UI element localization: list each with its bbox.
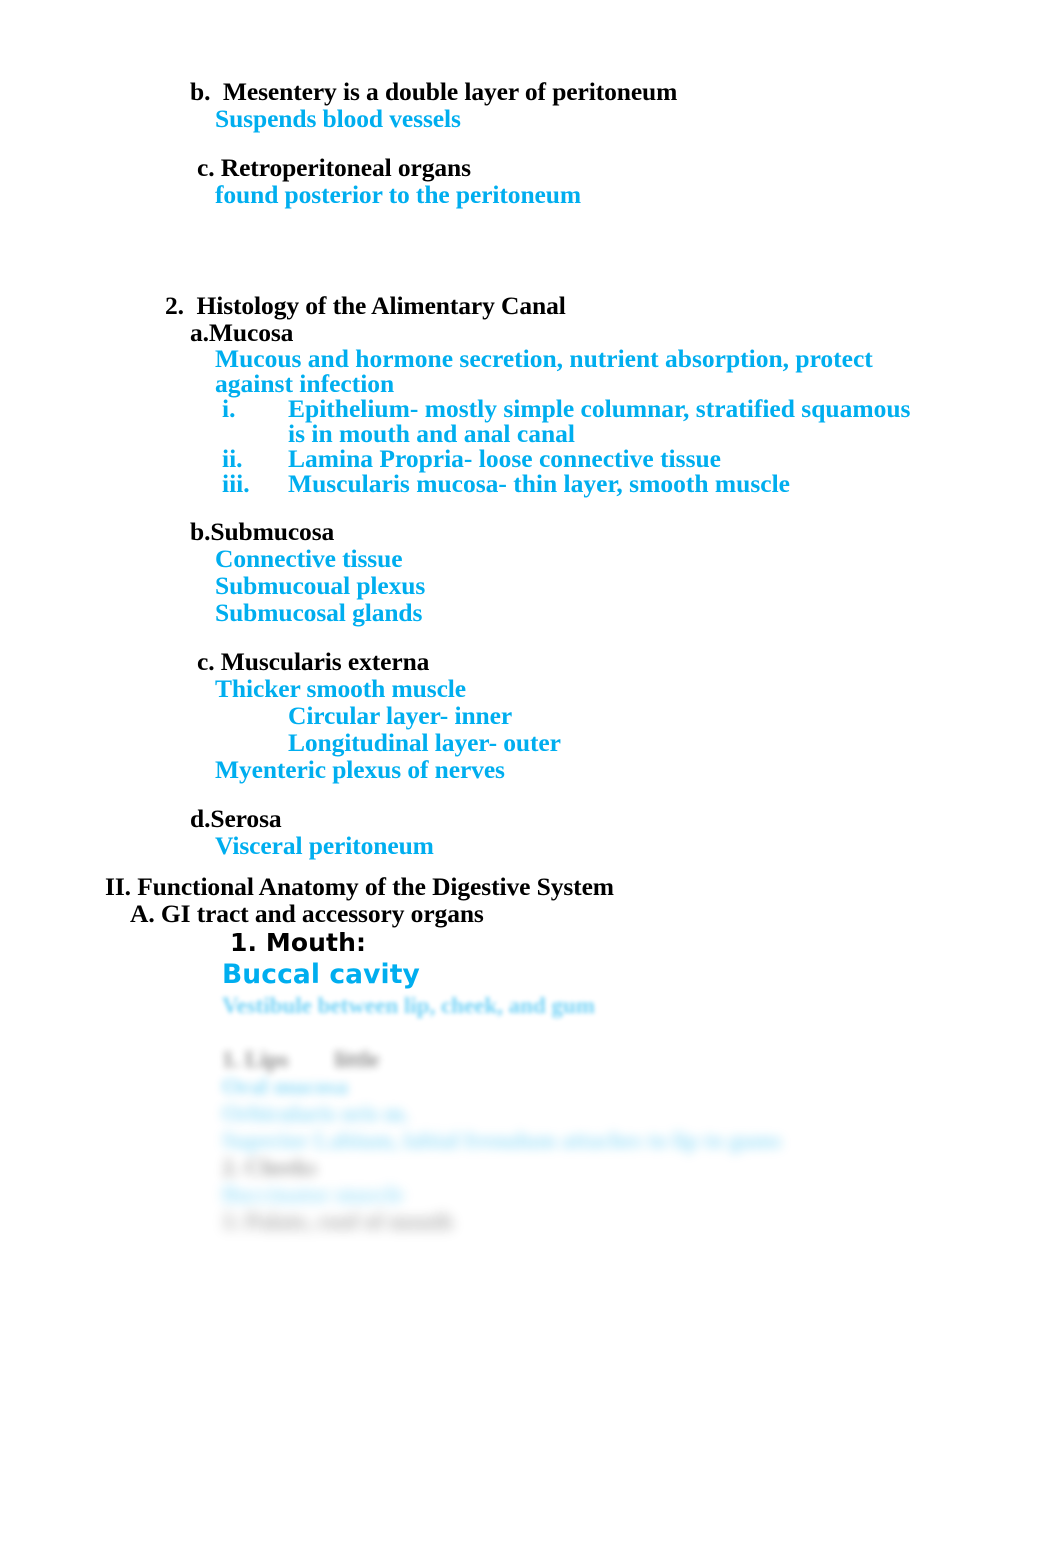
faded-line-9: 3. Palate, roof of mouth <box>222 1209 453 1234</box>
outline-item-2b-detail-1: Connective tissue <box>215 544 403 573</box>
outline-item-b-detail: Suspends blood vessels <box>215 104 461 133</box>
outline-item-2c-sub-2: Longitudinal layer- outer <box>288 728 561 757</box>
roman-marker: i. <box>222 394 236 423</box>
outline-item-2-heading: 2. Histology of the Alimentary Canal <box>165 291 566 320</box>
faded-line-6: Superior Labium, labial frenulum attache… <box>222 1128 782 1153</box>
faded-line-7: 2. Cheeks <box>222 1155 317 1180</box>
outline-item-2b-heading: b.Submucosa <box>190 517 335 546</box>
document-body: b. Mesentery is a double layer of perito… <box>0 78 1062 1235</box>
outline-item-2c-heading: c. Muscularis externa <box>197 647 430 676</box>
outline-item-2a-sub-iii: iii. Muscularis mucosa- thin layer, smoo… <box>0 469 1062 498</box>
outline-item-b-heading: b. Mesentery is a double layer of perito… <box>190 77 678 106</box>
faded-line-3: 1. Lips little <box>222 1047 380 1072</box>
faded-line-4: Oral mucosa <box>222 1074 348 1099</box>
faded-line-2 <box>0 1019 1062 1046</box>
faded-tail-region: Vestibule between lip, cheek, and gum 1.… <box>0 992 1062 1235</box>
outline-item-2d-heading: d.Serosa <box>190 804 282 833</box>
faded-line-5: Orbicularis oris m. <box>222 1101 410 1126</box>
outline-item-2c-detail-1: Thicker smooth muscle <box>215 674 467 703</box>
section-II-A-item-1-heading: 1. Mouth: <box>230 928 367 957</box>
outline-item-c-detail: found posterior to the peritoneum <box>215 180 581 209</box>
faded-line-8: Buccinator muscle <box>222 1182 404 1207</box>
outline-item-2a-sub-i: i. Epithelium- mostly simple columnar, s… <box>0 394 1062 448</box>
roman-marker: iii. <box>222 469 250 498</box>
section-II-A-item-1-detail: Buccal cavity <box>222 959 420 990</box>
outline-item-2a-detail: Mucous and hormone secretion, nutrient a… <box>215 344 873 398</box>
outline-item-2b-detail-2: Submucoual plexus <box>215 571 426 600</box>
roman-text: Epithelium- mostly simple columnar, stra… <box>288 394 911 448</box>
document-page: b. Mesentery is a double layer of perito… <box>0 0 1062 1556</box>
roman-marker: ii. <box>222 444 243 473</box>
outline-item-2c-detail-2: Myenteric plexus of nerves <box>215 755 505 784</box>
outline-item-2d-detail: Visceral peritoneum <box>215 831 434 860</box>
outline-item-2c-sub-1: Circular layer- inner <box>288 701 513 730</box>
outline-item-2b-detail-3: Submucosal glands <box>215 598 423 627</box>
outline-item-2a-sub-ii: ii. Lamina Propria- loose connective tis… <box>0 444 1062 473</box>
outline-item-2a-heading: a.Mucosa <box>190 318 294 347</box>
roman-text: Lamina Propria- loose connective tissue <box>288 444 721 473</box>
faded-line-1: Vestibule between lip, cheek, and gum <box>222 993 595 1018</box>
section-II-A-heading: A. GI tract and accessory organs <box>130 899 484 928</box>
roman-text: Muscularis mucosa- thin layer, smooth mu… <box>288 469 790 498</box>
outline-item-c-heading: c. Retroperitoneal organs <box>197 153 471 182</box>
section-II-heading: II. Functional Anatomy of the Digestive … <box>105 872 614 901</box>
